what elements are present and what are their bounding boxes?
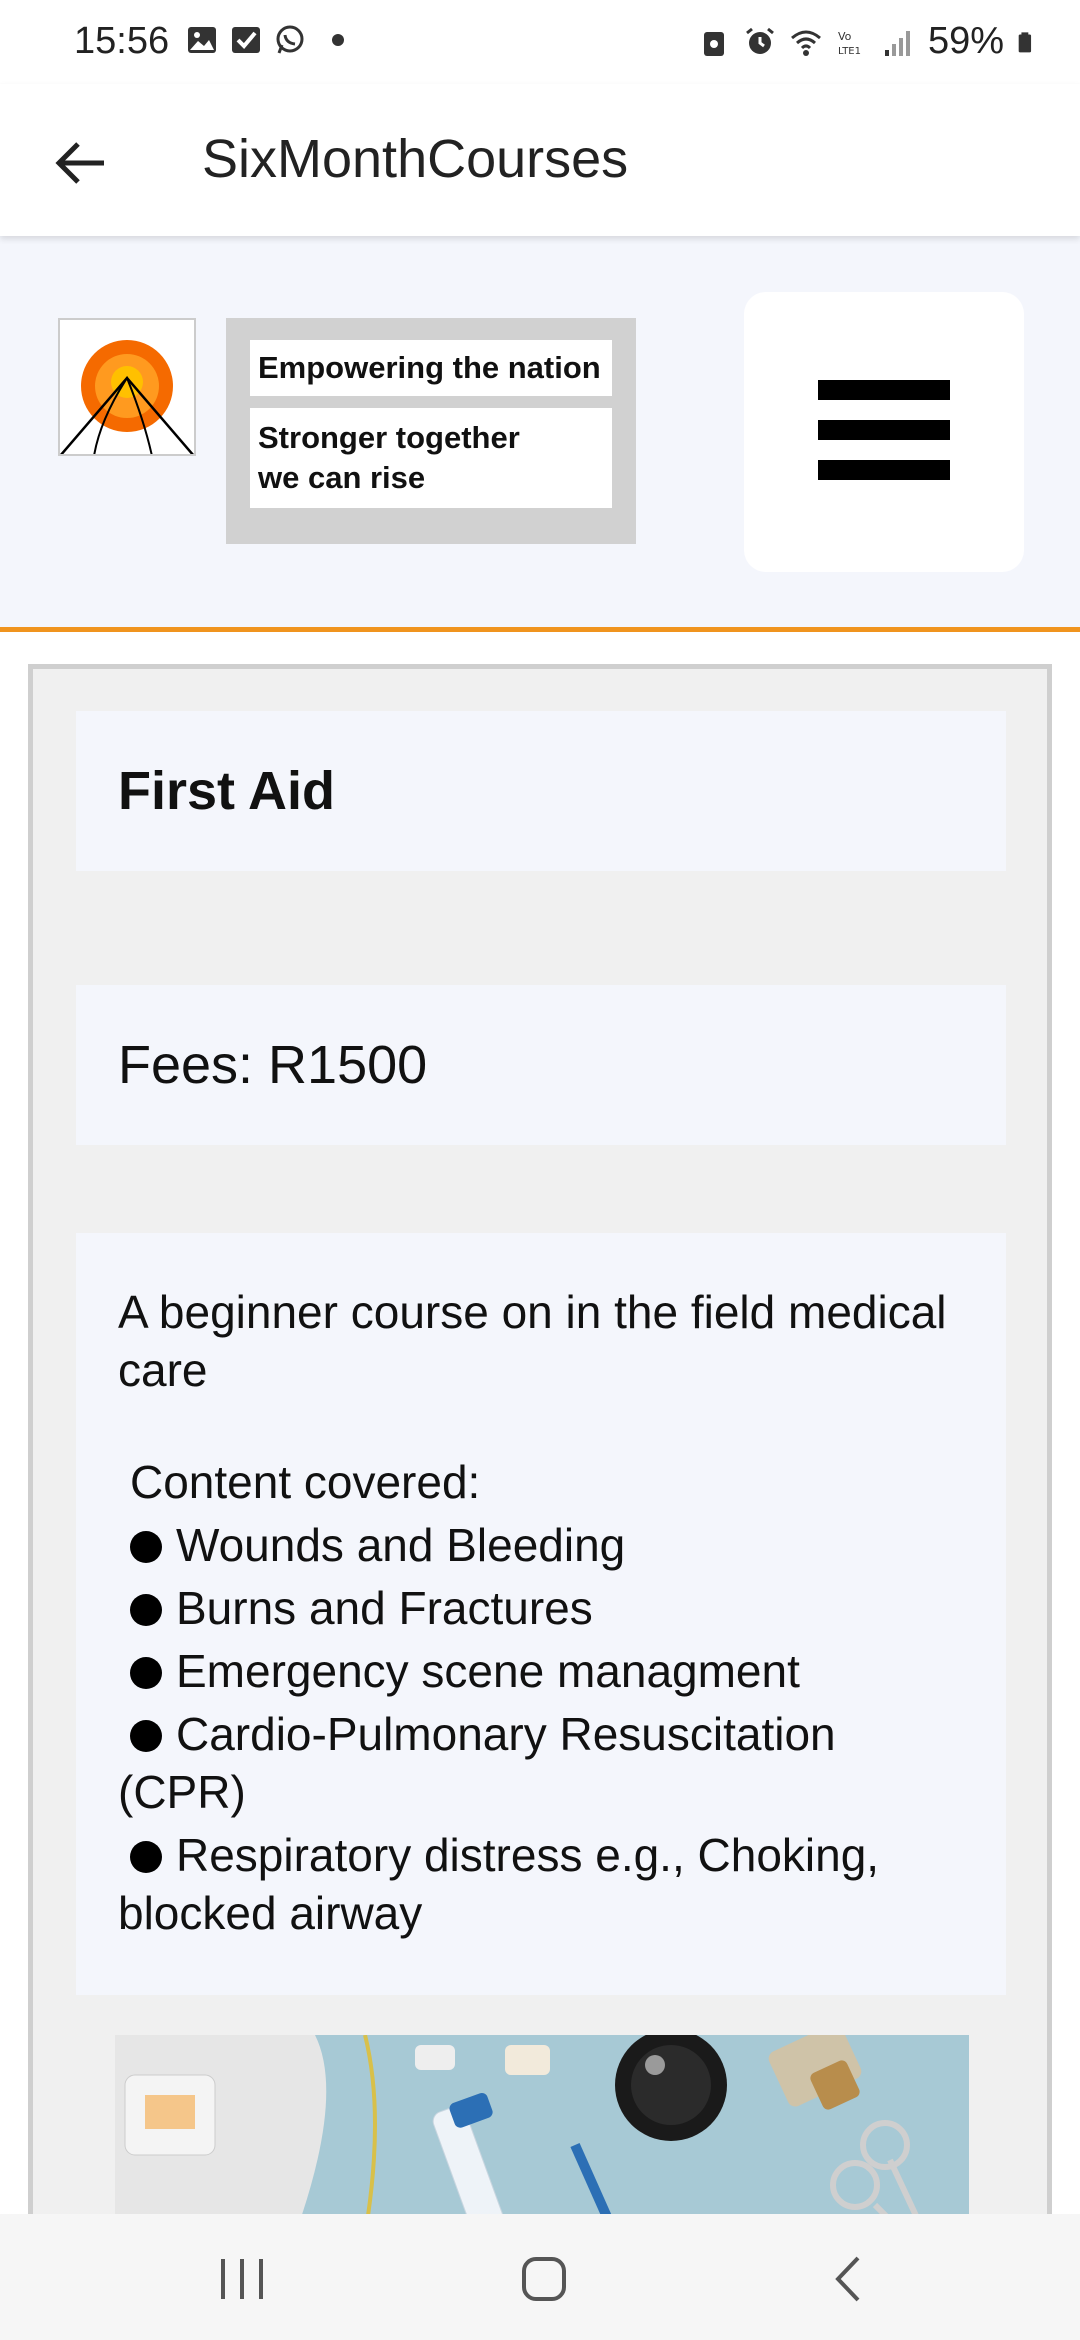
menu-button[interactable] [744, 292, 1024, 572]
course-title-card: First Aid [76, 711, 1006, 871]
app-bar: SixMonthCourses [0, 84, 1080, 236]
system-icons: Vo LTE1 59% [698, 20, 1040, 63]
whatsapp-icon [276, 25, 304, 54]
nav-back-button[interactable] [788, 2244, 908, 2314]
slogan-empowering: Empowering the nation [250, 340, 612, 396]
course-photo [115, 2035, 969, 2214]
battery-icon [1018, 31, 1032, 52]
bullet-icon [130, 1594, 162, 1626]
back-button[interactable] [40, 128, 120, 198]
notification-icons [186, 24, 344, 56]
bullet-icon [130, 1720, 162, 1752]
site-header: Empowering the nation Stronger together … [0, 236, 1080, 632]
dot-icon [332, 34, 344, 46]
sunrise-mountain-logo-icon [59, 340, 195, 457]
gallery-icon [188, 27, 216, 53]
course-content: First Aid Fees: R1500 A beginner course … [28, 664, 1052, 2214]
course-description-card: A beginner course on in the field medica… [76, 1233, 1006, 1995]
slogan-stronger: Stronger together we can rise [250, 408, 612, 508]
logo[interactable] [58, 318, 196, 457]
bullet-icon [130, 1657, 162, 1689]
bullet-icon [130, 1841, 162, 1873]
recents-button[interactable] [182, 2244, 302, 2314]
slogan-box: Empowering the nation Stronger together … [226, 318, 636, 544]
status-bar: 15:56 Vo LTE1 59% [0, 0, 1080, 84]
home-icon [522, 2257, 566, 2301]
svg-text:LTE1: LTE1 [838, 46, 861, 57]
svg-text:Vo: Vo [838, 30, 852, 43]
lock-icon [703, 31, 724, 56]
recents-icon [221, 2259, 263, 2299]
topic-item: Respiratory distress e.g., Choking, bloc… [118, 1829, 880, 1939]
wifi-icon [790, 30, 821, 56]
slogan-line-2: we can rise [258, 460, 426, 495]
course-fees-card: Fees: R1500 [76, 985, 1006, 1145]
system-nav-bar [0, 2214, 1080, 2340]
alarm-icon [746, 27, 774, 54]
home-button[interactable] [484, 2244, 604, 2314]
app-title: SixMonthCourses [202, 129, 629, 189]
battery-percent: 59% [927, 20, 1004, 62]
slogan-line-1: Stronger together [258, 420, 520, 455]
course-fees: Fees: R1500 [118, 1035, 428, 1095]
topic-item: Cardio-Pulmonary Resuscitation (CPR) [118, 1708, 836, 1818]
topic-item: Wounds and Bleeding [118, 1516, 964, 1574]
checkbox-icon [232, 27, 260, 53]
back-chevron-icon [835, 2256, 860, 2302]
medical-supplies-image [115, 2035, 969, 2214]
topic-item: Emergency scene managment [118, 1642, 964, 1700]
topic-item: Burns and Fractures [118, 1579, 964, 1637]
course-title: First Aid [118, 761, 336, 821]
signal-icon [884, 30, 910, 56]
arrow-left-icon [55, 142, 104, 184]
content-heading: Content covered: [130, 1456, 481, 1508]
bullet-icon [130, 1531, 162, 1563]
status-time: 15:56 [74, 20, 170, 62]
course-description: A beginner course on in the field medica… [118, 1286, 947, 1396]
volte-icon: Vo LTE1 [838, 30, 861, 57]
